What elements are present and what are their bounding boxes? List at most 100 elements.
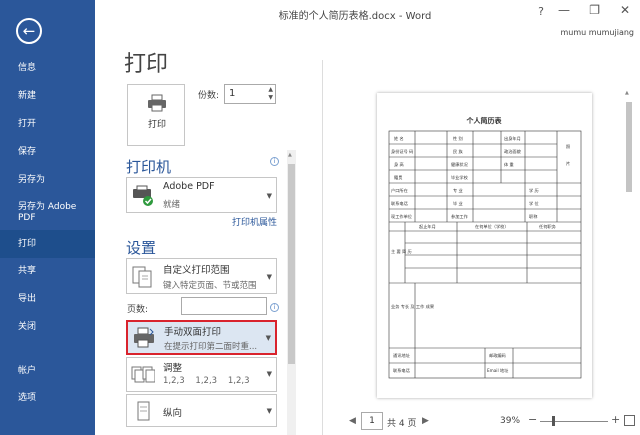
manual-duplex-icon (134, 327, 154, 348)
cell-email: Email 地址 (487, 367, 509, 373)
zoom-out-button[interactable]: − (528, 413, 537, 426)
cell-work-date: 参加工作 (451, 213, 469, 220)
preview-scrollbar[interactable]: ▲ (624, 90, 634, 400)
cell-row2-2: 毕 业 (453, 200, 463, 207)
chevron-down-icon: ▼ (266, 407, 272, 415)
help-button[interactable]: ? (538, 5, 544, 18)
duplex-dropdown[interactable]: 手动双面打印 在提示打印第二面时重... ▼ (126, 320, 277, 355)
nav-item-print[interactable]: 打印 (0, 230, 95, 258)
nav-item-save[interactable]: 保存 (0, 147, 95, 158)
orientation-dropdown[interactable]: 纵向 ▼ (126, 394, 277, 427)
doc-title: 个人简历表 (466, 116, 503, 125)
scroll-up-icon[interactable]: ▲ (625, 90, 629, 96)
info-icon[interactable]: i (270, 303, 279, 312)
page-total: 共 4 页 (387, 419, 417, 429)
cell-title-job: 职称 (529, 213, 537, 220)
nav-item-info[interactable]: 信息 (0, 63, 95, 74)
printer-dropdown[interactable]: Adobe PDF 就绪 ▼ (126, 177, 277, 213)
printer-name: Adobe PDF (163, 181, 215, 192)
nav-item-export[interactable]: 导出 (0, 294, 95, 305)
previous-page-button[interactable]: ◀ (349, 416, 356, 426)
cell-row2-1: 户口所在 (391, 187, 408, 194)
print-range-dropdown[interactable]: 自定义打印范围 键入特定页面、节或范围 ▼ (126, 258, 277, 294)
orientation-label: 纵向 (163, 408, 183, 419)
zoom-slider-thumb[interactable] (552, 416, 555, 426)
settings-heading: 设置 (126, 239, 157, 257)
minimize-button[interactable]: — (558, 3, 570, 17)
zoom-to-page-icon[interactable] (624, 415, 635, 426)
cell-degree: 学 位 (529, 200, 539, 206)
page-number-input[interactable]: 1 (361, 412, 383, 430)
collate-dropdown[interactable]: 调整 1,2,3 1,2,3 1,2,3 ▼ (126, 357, 277, 392)
cell-school: 毕业学校 (451, 174, 469, 181)
cell-major: 专 业 (453, 187, 463, 194)
work-label: 业务 专长 及 工作 成果 (391, 303, 435, 310)
nav-item-options[interactable]: 选项 (0, 393, 95, 404)
cell-nation: 民 族 (453, 148, 464, 155)
nav-item-share[interactable]: 共享 (0, 266, 95, 277)
collate-order: 1,2,3 1,2,3 1,2,3 (163, 376, 250, 386)
back-arrow-icon: ← (22, 21, 36, 40)
pages-icon (132, 266, 152, 288)
study-col-date: 起止年月 (419, 223, 436, 230)
scrollbar-thumb[interactable] (288, 164, 295, 364)
cell-phone: 联系电话 (391, 200, 408, 207)
printer-status: 就绪 (163, 200, 181, 210)
printer-properties-link[interactable]: 打印机属性 (232, 215, 277, 228)
user-name[interactable]: mumu mumujiang (561, 28, 635, 37)
cell-origin: 籍贯 (394, 174, 402, 181)
cell-politics: 政治面貌 (504, 148, 522, 155)
cell-photo2: 片 (566, 160, 570, 167)
zoom-slider[interactable] (540, 421, 608, 422)
portrait-icon (137, 401, 150, 421)
nav-item-new[interactable]: 新建 (0, 91, 95, 102)
print-preview-page: 个人简历表 姓 名 性 别 出身年月 照 片 身份证号 码 民 族 政治面貌 身… (377, 93, 592, 398)
scrollbar-thumb[interactable] (626, 102, 632, 192)
chevron-down-icon: ▼ (265, 334, 271, 342)
cell-zip: 邮政编码 (489, 352, 506, 359)
restore-button[interactable]: ❐ (589, 3, 600, 17)
cell-edu: 学 历 (529, 187, 539, 194)
nav-item-open[interactable]: 打开 (0, 119, 95, 130)
info-icon[interactable]: i (270, 157, 279, 166)
resume-table-preview: 个人简历表 姓 名 性 别 出身年月 照 片 身份证号 码 民 族 政治面貌 身… (388, 116, 582, 379)
next-page-button[interactable]: ▶ (422, 416, 429, 426)
scroll-up-icon[interactable]: ▲ (288, 152, 292, 158)
pages-label: 页数: (127, 305, 149, 315)
printer-heading: 打印机 (126, 158, 172, 176)
window-title: 标准的个人简历表格.docx - Word (278, 11, 432, 22)
pages-input[interactable] (181, 297, 267, 315)
print-button-label: 打印 (147, 120, 166, 130)
settings-scrollbar[interactable]: ▲ (287, 150, 296, 435)
cell-addr: 通讯地址 (393, 352, 411, 359)
collate-label: 调整 (163, 363, 183, 374)
copies-input[interactable]: 1 ▲ ▼ (224, 84, 276, 104)
print-button[interactable]: 打印 (127, 84, 185, 146)
cell-sex: 性 别 (453, 135, 463, 142)
nav-item-account[interactable]: 帐户 (0, 366, 95, 377)
printer-icon (148, 94, 166, 112)
title-bar: 标准的个人简历表格.docx - Word ? — ❐ ✕ (95, 0, 640, 28)
print-range-desc: 键入特定页面、节或范围 (163, 281, 257, 291)
cell-height: 身 高 (394, 161, 404, 168)
study-col-unit: 在何单位（学校） (475, 223, 509, 230)
zoom-level[interactable]: 39% (500, 416, 520, 426)
copies-label: 份数: (198, 91, 220, 101)
nav-item-close[interactable]: 关闭 (0, 322, 95, 333)
collate-icon (131, 366, 155, 383)
close-button[interactable]: ✕ (620, 3, 630, 17)
panel-divider (322, 60, 323, 435)
cell-id: 身份证号 码 (391, 148, 413, 155)
copies-spinner-icon[interactable]: ▲ ▼ (268, 86, 273, 102)
back-button[interactable]: ← (16, 18, 42, 44)
cell-photo: 照 (566, 144, 570, 150)
print-range-label: 自定义打印范围 (163, 265, 230, 276)
nav-item-save-as[interactable]: 另存为 (0, 175, 95, 186)
zoom-in-button[interactable]: + (611, 413, 620, 426)
cell-name: 姓 名 (394, 135, 404, 142)
cell-birth: 出身年月 (504, 135, 521, 142)
duplex-label: 手动双面打印 (164, 327, 222, 338)
nav-item-save-as-pdf[interactable]: 另存为 Adobe PDF (0, 202, 80, 224)
cell-health: 健康状况 (451, 161, 469, 168)
chevron-down-icon: ▼ (266, 192, 272, 200)
